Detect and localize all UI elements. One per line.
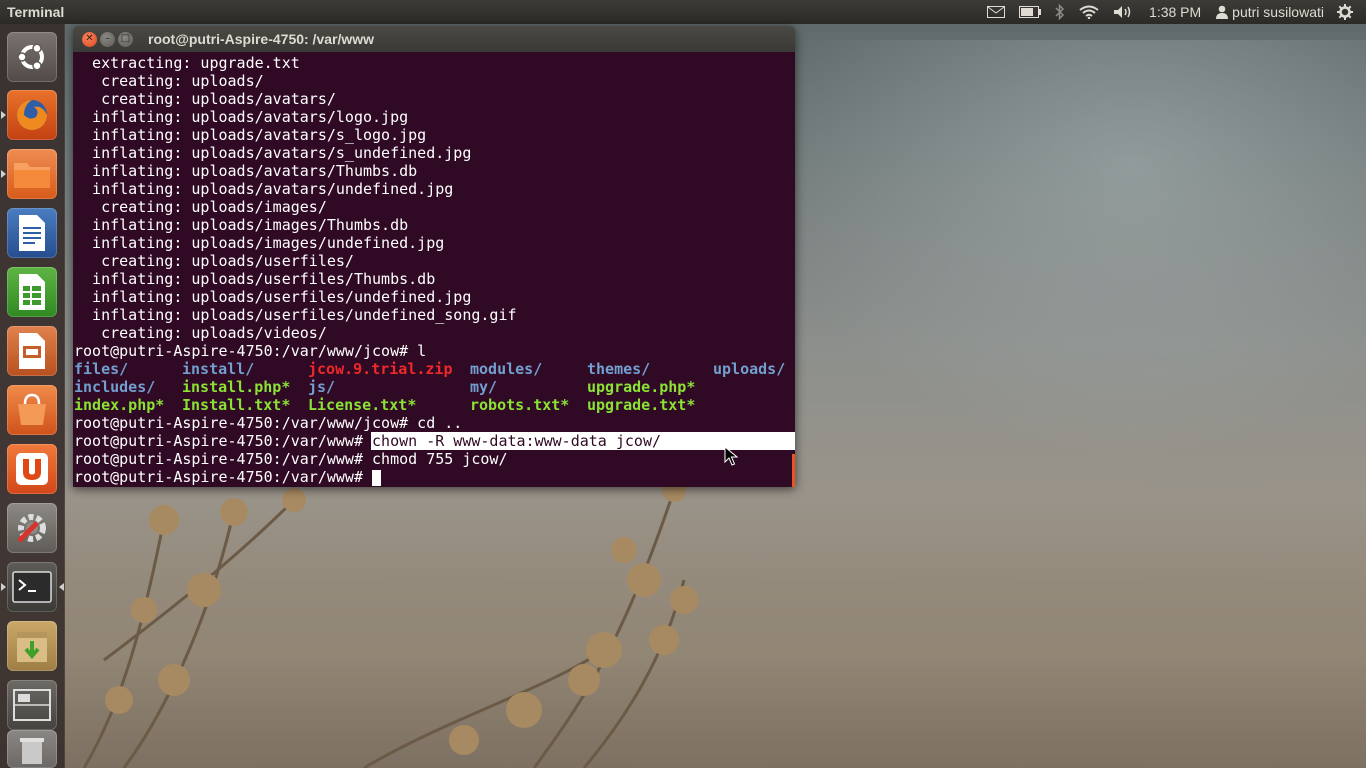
mouse-pointer-icon	[724, 446, 738, 466]
ls-entry: files/	[74, 360, 129, 378]
output-line: creating: uploads/userfiles/	[74, 252, 354, 270]
ls-entry: install/	[182, 360, 255, 378]
scrollbar-indicator[interactable]	[792, 454, 795, 487]
software-center-icon[interactable]	[7, 385, 57, 435]
ls-entry: themes/	[587, 360, 651, 378]
output-line: inflating: uploads/avatars/s_undefined.j…	[74, 144, 472, 162]
focused-indicator	[59, 583, 64, 591]
prompt-line: root@putri-Aspire-4750:/var/www/jcow# l	[74, 342, 427, 360]
user-name: putri susilowati	[1232, 4, 1324, 20]
ls-row: files/ install/ jcow.9.trial.zip modules…	[74, 360, 795, 378]
output-line: creating: uploads/	[74, 72, 264, 90]
output-line: creating: uploads/videos/	[74, 324, 327, 342]
output-line: inflating: uploads/images/Thumbs.db	[74, 216, 409, 234]
ls-entry: my/	[470, 378, 498, 396]
writer-icon[interactable]	[7, 208, 57, 258]
ls-entry: install.php*	[182, 378, 291, 396]
firefox-icon[interactable]	[7, 90, 57, 140]
running-indicator	[1, 111, 6, 119]
ubuntu-one-icon[interactable]	[7, 444, 57, 494]
output-line: inflating: uploads/avatars/Thumbs.db	[74, 162, 418, 180]
top-panel: Terminal 1:38 PM putri susilowati	[0, 0, 1366, 24]
ls-entry: modules/	[470, 360, 543, 378]
launcher	[0, 24, 65, 768]
prompt-line: root@putri-Aspire-4750:/var/www# chmod 7…	[74, 450, 508, 468]
output-line: inflating: uploads/userfiles/undefined_s…	[74, 306, 517, 324]
ls-entry: js/	[308, 378, 336, 396]
mail-icon[interactable]	[980, 0, 1012, 24]
maximize-icon[interactable]: □	[118, 31, 133, 47]
minimize-icon[interactable]: –	[100, 31, 115, 47]
output-line: inflating: uploads/images/undefined.jpg	[74, 234, 445, 252]
prompt: root@putri-Aspire-4750:/var/www#	[74, 432, 373, 450]
ls-entry: uploads/	[713, 360, 786, 378]
running-indicator	[1, 170, 6, 178]
close-icon[interactable]: ✕	[82, 31, 97, 47]
wallpaper-glow	[760, 40, 1366, 460]
window-title: root@putri-Aspire-4750: /var/www	[148, 31, 375, 47]
bluetooth-icon[interactable]	[1048, 0, 1072, 24]
settings-icon[interactable]	[7, 503, 57, 553]
volume-icon[interactable]	[1106, 0, 1140, 24]
ls-entry: Install.txt*	[182, 396, 291, 414]
trash-icon[interactable]	[7, 730, 57, 768]
output-line: extracting: upgrade.txt	[74, 54, 300, 72]
output-line: creating: uploads/images/	[74, 198, 327, 216]
calc-icon[interactable]	[7, 267, 57, 317]
active-app-title: Terminal	[7, 4, 65, 20]
output-line: inflating: uploads/avatars/logo.jpg	[74, 108, 409, 126]
output-line: inflating: uploads/userfiles/undefined.j…	[74, 288, 472, 306]
ls-entry: License.txt*	[308, 396, 417, 414]
user-menu[interactable]: putri susilowati	[1210, 4, 1330, 20]
indicator-area: 1:38 PM putri susilowati	[980, 0, 1366, 24]
battery-icon[interactable]	[1012, 0, 1048, 24]
ls-entry: index.php*	[74, 396, 165, 414]
output-line: inflating: uploads/avatars/s_logo.jpg	[74, 126, 427, 144]
impress-icon[interactable]	[7, 326, 57, 376]
ls-entry: upgrade.php*	[587, 378, 696, 396]
terminal-icon[interactable]	[7, 562, 57, 612]
ls-row: includes/ install.php* js/ my/ upgrade.p…	[74, 378, 795, 396]
ls-entry: robots.txt*	[470, 396, 570, 414]
wallpaper-plant	[82, 480, 698, 768]
window-titlebar[interactable]: ✕ – □ root@putri-Aspire-4750: /var/www	[73, 26, 795, 52]
ls-entry: jcow.9.trial.zip	[308, 360, 453, 378]
ls-entry: upgrade.txt*	[587, 396, 696, 414]
ls-row: index.php* Install.txt* License.txt* rob…	[74, 396, 795, 414]
output-line: inflating: uploads/userfiles/Thumbs.db	[74, 270, 436, 288]
ls-entry: includes/	[74, 378, 156, 396]
text-cursor	[372, 469, 382, 486]
archive-icon[interactable]	[7, 621, 57, 671]
gear-icon[interactable]	[1330, 0, 1360, 24]
terminal-window[interactable]: ✕ – □ root@putri-Aspire-4750: /var/www e…	[73, 26, 795, 487]
terminal-output[interactable]: extracting: upgrade.txt creating: upload…	[73, 52, 795, 487]
prompt-line-selected: root@putri-Aspire-4750:/var/www# chown -…	[74, 432, 795, 450]
folder-icon[interactable]	[7, 149, 57, 199]
prompt-line: root@putri-Aspire-4750:/var/www/jcow# cd…	[74, 414, 463, 432]
wifi-icon[interactable]	[1072, 0, 1106, 24]
selected-command: chown -R www-data:www-data jcow/	[372, 432, 661, 450]
prompt: root@putri-Aspire-4750:/var/www#	[74, 468, 373, 486]
workspace-icon[interactable]	[7, 680, 57, 730]
ubuntu-icon[interactable]	[7, 32, 57, 82]
running-indicator	[1, 583, 6, 591]
user-icon	[1216, 5, 1229, 19]
output-line: inflating: uploads/avatars/undefined.jpg	[74, 180, 454, 198]
output-line: creating: uploads/avatars/	[74, 90, 336, 108]
prompt-line-active: root@putri-Aspire-4750:/var/www#	[74, 468, 795, 486]
clock[interactable]: 1:38 PM	[1140, 0, 1210, 24]
